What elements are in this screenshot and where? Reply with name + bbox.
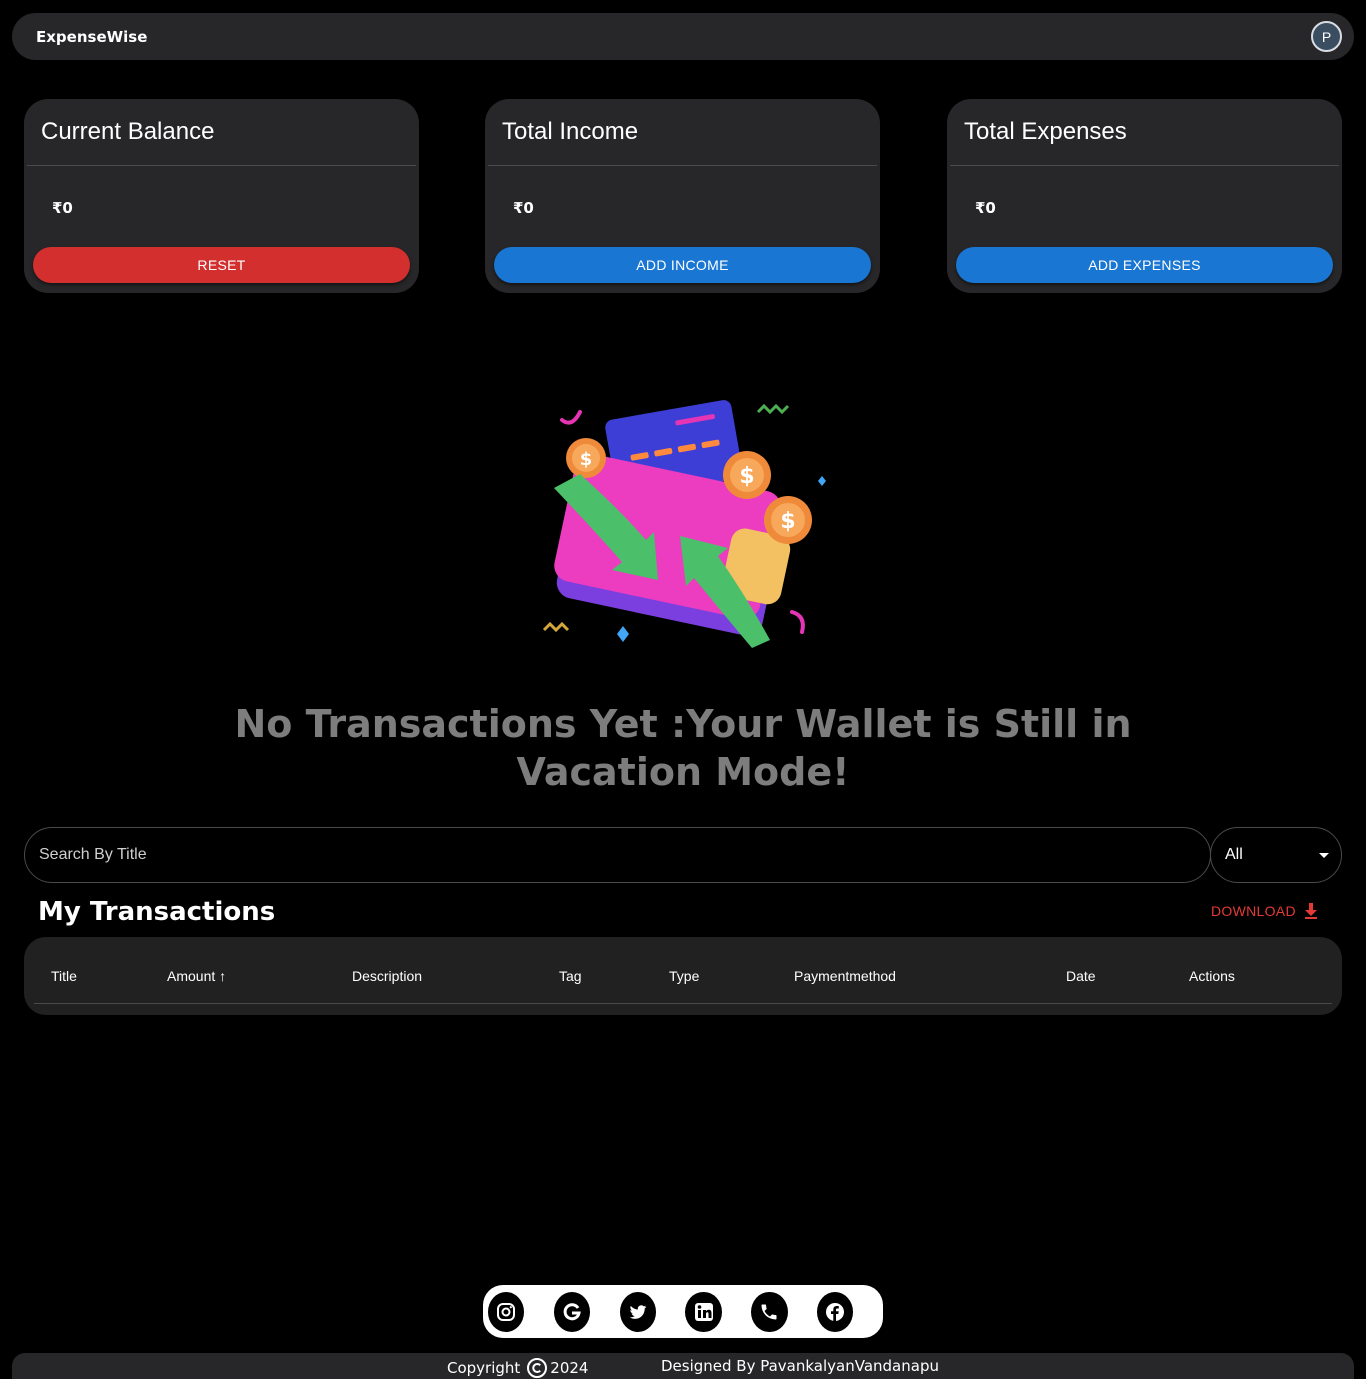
expenses-value: ₹0: [975, 199, 996, 217]
user-avatar[interactable]: P: [1311, 21, 1342, 52]
income-value: ₹0: [513, 199, 534, 217]
copyright-label: Copyright: [447, 1359, 521, 1377]
transactions-title: My Transactions: [38, 897, 276, 927]
table-header: Title Amount ↑ Description Tag Type Paym…: [34, 937, 1332, 1004]
wallet-transactions-illustration: $ $ $: [530, 390, 830, 660]
column-actions: Actions: [1189, 968, 1235, 984]
card-divider: [488, 165, 877, 166]
download-icon: [1304, 903, 1317, 919]
card-title: Total Expenses: [964, 118, 1127, 145]
filter-value: All: [1225, 846, 1243, 863]
balance-value: ₹0: [52, 199, 73, 217]
search-box[interactable]: [24, 827, 1211, 883]
facebook-icon[interactable]: [817, 1291, 854, 1332]
transactions-table: Title Amount ↑ Description Tag Type Paym…: [24, 937, 1342, 1015]
card-title: Total Income: [502, 118, 639, 145]
column-date[interactable]: Date: [1066, 968, 1096, 984]
footer: Copyright 2024 Designed By PavankalyanVa…: [12, 1353, 1354, 1379]
card-title: Current Balance: [41, 118, 215, 145]
search-input[interactable]: [39, 846, 1210, 864]
total-expenses-card: Total Expenses ₹0 ADD EXPENSES: [947, 99, 1342, 293]
add-income-button[interactable]: ADD INCOME: [494, 247, 871, 283]
total-income-card: Total Income ₹0 ADD INCOME: [485, 99, 880, 293]
download-button[interactable]: DOWNLOAD: [1211, 903, 1318, 919]
svg-text:$: $: [739, 464, 754, 489]
column-tag[interactable]: Tag: [559, 968, 582, 984]
google-icon[interactable]: [553, 1291, 591, 1332]
type-filter-select[interactable]: All: [1210, 827, 1342, 883]
social-links-bar: [483, 1285, 883, 1338]
svg-text:$: $: [780, 509, 795, 534]
download-label: DOWNLOAD: [1211, 903, 1296, 919]
current-balance-card: Current Balance ₹0 RESET: [24, 99, 419, 293]
reset-button[interactable]: RESET: [33, 247, 410, 283]
card-divider: [27, 165, 416, 166]
caret-down-icon: [1319, 852, 1329, 858]
column-title[interactable]: Title: [51, 968, 77, 984]
column-amount[interactable]: Amount ↑: [167, 968, 226, 984]
empty-state-message: No Transactions Yet :Your Wallet is Stil…: [234, 702, 1132, 794]
navbar: ExpenseWise P: [12, 13, 1354, 60]
copyright: Copyright 2024: [447, 1357, 588, 1379]
linkedin-icon[interactable]: [685, 1291, 722, 1332]
card-divider: [950, 165, 1339, 166]
column-type[interactable]: Type: [669, 968, 699, 984]
svg-text:$: $: [580, 449, 593, 470]
designer-credit: Designed By PavankalyanVandanapu: [661, 1357, 939, 1375]
instagram-icon[interactable]: [488, 1291, 525, 1332]
copyright-year: 2024: [550, 1359, 589, 1377]
copyright-icon: [527, 1358, 548, 1378]
column-description[interactable]: Description: [352, 968, 422, 984]
twitter-icon[interactable]: [619, 1291, 656, 1332]
phone-icon[interactable]: [751, 1291, 788, 1332]
app-brand[interactable]: ExpenseWise: [36, 28, 147, 46]
column-paymentmethod[interactable]: Paymentmethod: [794, 968, 896, 984]
add-expenses-button[interactable]: ADD EXPENSES: [956, 247, 1333, 283]
